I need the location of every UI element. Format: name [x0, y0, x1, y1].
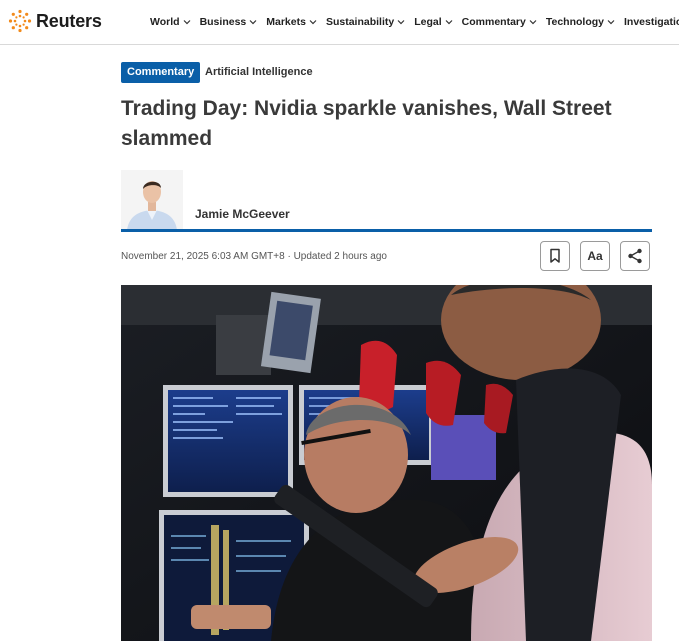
topic-link[interactable]: Artificial Intelligence [205, 66, 313, 78]
nav-item-label: Business [199, 16, 247, 28]
author-portrait-image [121, 170, 183, 230]
author-name[interactable]: Jamie McGeever [195, 207, 290, 221]
nav-item-label: Sustainability [325, 16, 395, 28]
chevron-down-icon [309, 20, 317, 25]
text-size-button[interactable]: Aa [580, 241, 610, 271]
nav-item-sustainability[interactable]: Sustainability [326, 16, 405, 28]
nav-item-label: World [150, 16, 180, 28]
chevron-down-icon [529, 20, 537, 25]
nav-item-markets[interactable]: Markets [266, 16, 317, 28]
nav-item-commentary[interactable]: Commentary [462, 16, 537, 28]
nav-item-label: Technology [545, 16, 604, 28]
byline-divider [121, 229, 652, 232]
nav-item-label: Commentary [461, 16, 526, 28]
trading-floor-photo [121, 285, 652, 641]
nav-item-legal[interactable]: Legal [414, 16, 453, 28]
text-size-label: Aa [587, 249, 603, 263]
author-avatar[interactable] [121, 170, 183, 230]
bookmark-button[interactable] [540, 241, 570, 271]
nav-item-label: Legal [414, 16, 442, 28]
nav-item-label: Investigations [623, 16, 679, 28]
brand-name: Reuters [36, 10, 102, 31]
chevron-down-icon [445, 20, 453, 25]
reuters-logo[interactable]: Reuters [8, 9, 102, 33]
top-navigation-bar: Reuters World Business Markets Sustainab… [0, 0, 679, 45]
reuters-dot-sunburst-icon [8, 9, 32, 33]
section-badge[interactable]: Commentary [121, 62, 201, 83]
nav-item-technology[interactable]: Technology [546, 16, 615, 28]
publish-dateline: November 21, 2025 6:03 AM GMT+8 · Update… [121, 251, 387, 262]
nav-item-label: Markets [266, 16, 306, 28]
chevron-down-icon [397, 20, 405, 25]
bookmark-icon [550, 248, 560, 263]
nav-item-world[interactable]: World [150, 16, 191, 28]
chevron-down-icon [249, 20, 257, 25]
lead-photo[interactable] [121, 285, 652, 641]
article-headline: Trading Day: Nvidia sparkle vanishes, Wa… [121, 97, 612, 150]
chevron-down-icon [607, 20, 615, 25]
nav-item-business[interactable]: Business [200, 16, 258, 28]
chevron-down-icon [183, 20, 190, 25]
nav-item-investigations[interactable]: Investigations [624, 16, 679, 28]
share-icon [628, 248, 642, 264]
main-nav: World Business Markets Sustainability Le… [150, 0, 679, 44]
share-button[interactable] [620, 241, 650, 271]
